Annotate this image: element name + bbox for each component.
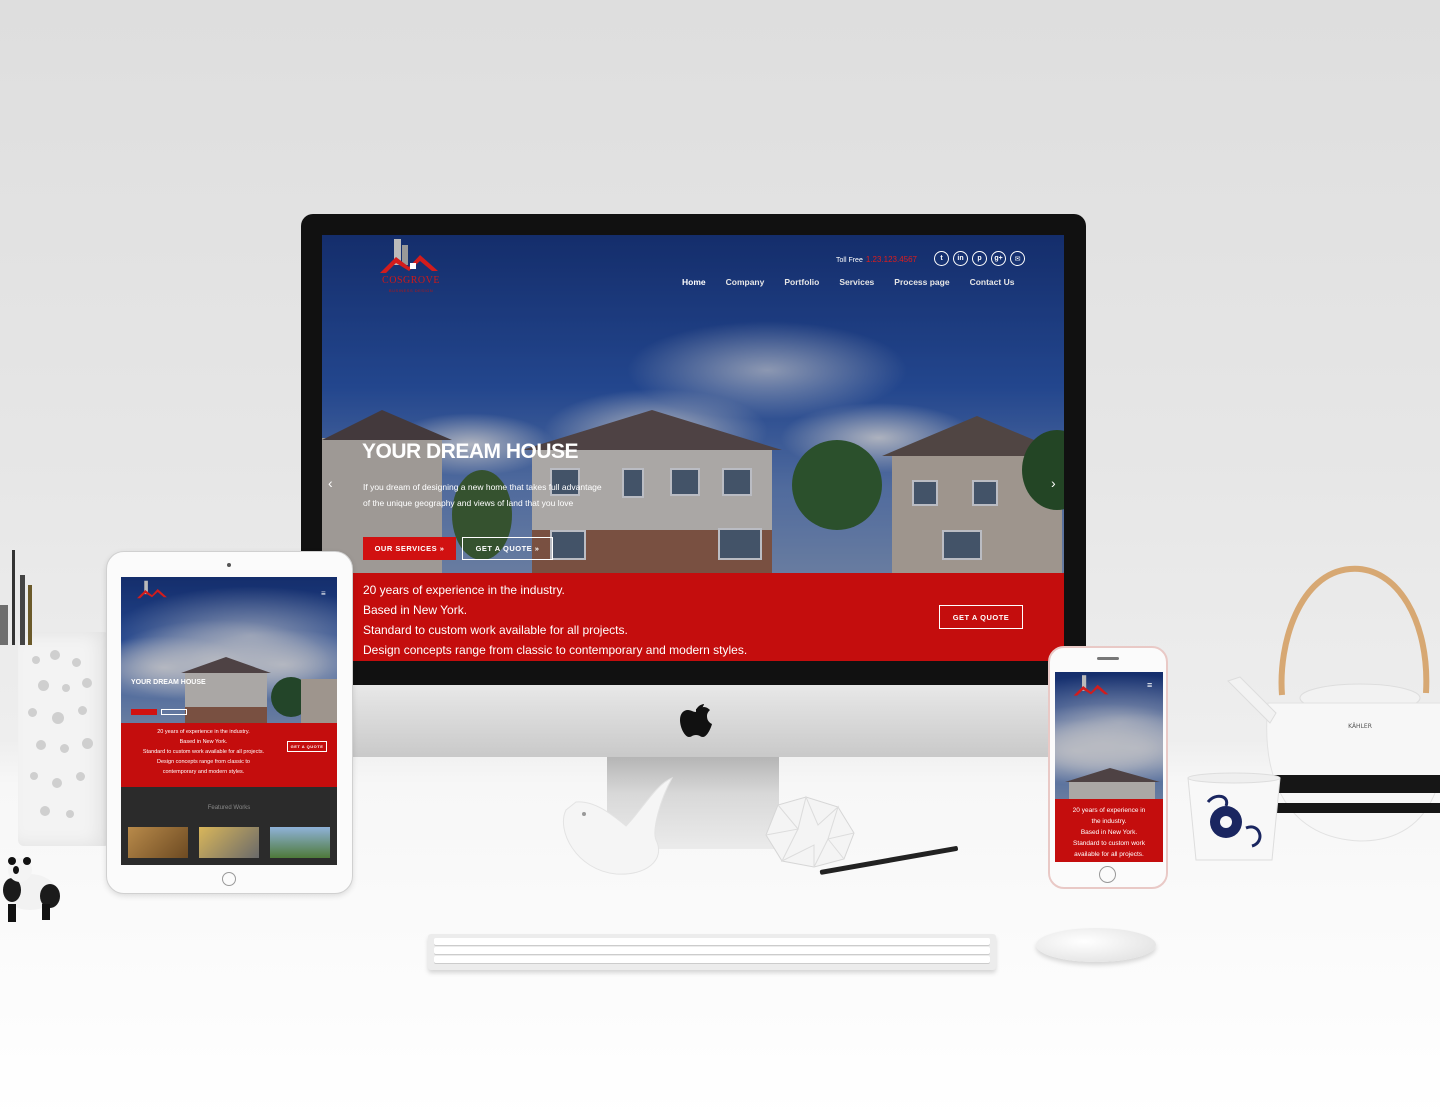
tablet-band-line: Design concepts range from classic to [157,759,250,765]
get-a-quote-band-button[interactable]: GET A QUOTE [939,605,1023,629]
hero-subtitle-1: If you dream of designing a new home tha… [363,482,602,492]
work-thumbnail[interactable] [199,827,259,858]
tablet-get-a-quote-button[interactable]: GET A QUOTE [287,741,327,752]
phone-band-line: Standard to custom work [1073,840,1145,847]
tablet-quote-button[interactable] [161,709,187,715]
hero-subtitle-2: of the unique geography and views of lan… [363,498,574,508]
nav-services[interactable]: Services [839,277,874,287]
featured-works-title: Featured Works [207,805,251,811]
slider-next-icon[interactable]: › [1051,475,1056,491]
cup-hole [52,778,62,788]
band-line: Based in New York. [363,603,468,617]
tablet-home-button [222,872,236,886]
tablet-hero-title: YOUR DREAM HOUSE [131,679,206,686]
logo-house-icon [380,239,438,273]
tablet-band-line: contemporary and modern styles. [162,769,245,775]
tablet-menu-icon[interactable]: ≡ [321,589,326,598]
logo-tagline: BUSINESS DESIGN [388,288,434,293]
hero-section: COSGROVE BUSINESS DESIGN Toll Free 1.23.1… [322,235,1064,573]
tablet-band-line: 20 years of experience in the industry. [157,729,250,735]
keyboard-row [434,938,990,945]
imac-screen: COSGROVE BUSINESS DESIGN Toll Free 1.23.1… [322,235,1064,661]
linkedin-icon[interactable]: in [953,251,968,266]
phone-band-line: available for all projects. [1074,851,1144,858]
hero-title: YOUR DREAM HOUSE [362,440,579,463]
twitter-icon[interactable]: t [934,251,949,266]
apple-logo-icon [680,704,712,737]
our-services-button[interactable]: OUR SERVICES » [363,537,456,560]
teapot-brand: KÄHLER [1348,723,1372,730]
email-icon[interactable]: ✉ [1010,251,1025,266]
nav-process-page[interactable]: Process page [894,277,949,287]
toll-label: Toll Free [836,257,863,264]
phone-menu-icon[interactable]: ≡ [1147,680,1152,690]
pinterest-icon[interactable]: p [972,251,987,266]
nav-home[interactable]: Home [682,277,706,287]
tablet-logo-icon[interactable] [135,579,169,601]
toll-free: Toll Free 1.23.123.4567 [836,255,917,264]
band-line: Design concepts range from classic to co… [363,643,748,657]
work-thumbnail[interactable] [128,827,188,858]
cup-hole [60,744,69,753]
phone-band-line: 20 years of experience in [1072,807,1146,814]
nav-contact-us[interactable]: Contact Us [970,277,1015,287]
cup-hole [52,712,64,724]
nav-company[interactable]: Company [726,277,765,287]
featured-works-section: Featured Works [121,787,337,865]
cup-hole [38,680,49,691]
crumpled-paper-icon [765,795,855,868]
pens-icon [0,550,32,645]
cup-hole [82,678,92,688]
keyboard-row [434,947,990,954]
panda-figurine-icon [3,857,60,922]
slider-prev-icon[interactable]: ‹ [328,475,333,491]
phone-logo-icon[interactable] [1071,674,1111,698]
phone-speaker [1097,657,1119,660]
tablet-band-line: Standard to custom work available for al… [142,749,265,755]
work-thumbnail[interactable] [270,827,330,858]
cup-hole [78,706,87,715]
mouse [1036,928,1156,962]
cup-hole [66,810,74,818]
tablet-camera [227,563,231,567]
tablet-band-line: Based in New York. [179,739,228,745]
cup-hole [50,650,60,660]
nav-portfolio[interactable]: Portfolio [784,277,819,287]
bird-figurine-icon [562,777,674,875]
cup-hole [72,658,81,667]
main-nav: Home Company Portfolio Services Process … [682,277,1014,287]
cosgrove-logo[interactable]: COSGROVE BUSINESS DESIGN [376,237,442,295]
cup-hole [82,738,93,749]
cup-hole [32,656,40,664]
phone-screen: ≡ 20 years of experience in the industry… [1055,672,1163,862]
keyboard [428,934,996,970]
cup-hole [40,806,50,816]
cup-hole [76,772,85,781]
keyboard-row [434,956,990,963]
logo-name: COSGROVE [382,275,440,286]
cup-hole [28,708,37,717]
cup-hole [62,684,70,692]
get-a-quote-hero-button[interactable]: GET A QUOTE » [462,537,553,560]
phone-band-line: the industry. [1091,818,1127,825]
tablet-services-button[interactable] [131,709,157,715]
cup-hole [30,772,38,780]
phone-info-band: 20 years of experience in the industry. … [1055,799,1163,862]
phone-hero: ≡ [1055,672,1163,799]
tablet-info-band: 20 years of experience in the industry. … [121,723,337,787]
teacup-icon [1187,772,1281,861]
info-band: 20 years of experience in the industry. … [322,573,1064,661]
phone-home-button [1099,866,1116,883]
band-line: Standard to custom work available for al… [363,623,628,637]
google-plus-icon[interactable]: g+ [991,251,1006,266]
phone-band-line: Based in New York. [1080,829,1138,836]
tablet-screen: ≡ YOUR DREAM HOUSE 20 years of experienc… [121,577,337,865]
pencil-cup [18,632,110,846]
cup-hole [36,740,46,750]
toll-number[interactable]: 1.23.123.4567 [866,255,917,264]
tablet-hero: ≡ YOUR DREAM HOUSE [121,577,337,723]
band-line: 20 years of experience in the industry. [363,583,565,597]
